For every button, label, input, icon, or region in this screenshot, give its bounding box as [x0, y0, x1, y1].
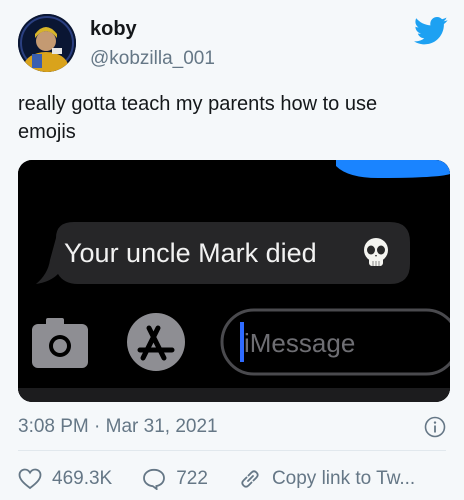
- info-icon[interactable]: [424, 416, 446, 438]
- link-icon: [241, 470, 259, 488]
- like-count: 469.3K: [52, 468, 113, 489]
- twitter-bird-icon[interactable]: [414, 16, 448, 46]
- tweet-image[interactable]: Your uncle Mark died iMessage: [18, 160, 450, 402]
- app-store-button: [127, 313, 185, 371]
- camera-button: [32, 318, 88, 368]
- tweet-text: really gotta teach my parents how to use…: [18, 93, 378, 143]
- message-bubble-text: Your uncle Mark died: [64, 238, 317, 268]
- copy-link-label: Copy link to Tw...: [271, 468, 416, 489]
- reply-button[interactable]: 722: [142, 468, 208, 490]
- action-bar: 469.3K 722 Copy link to Tw...: [18, 462, 458, 496]
- heart-icon: [18, 468, 42, 490]
- imessage-placeholder: iMessage: [244, 328, 355, 358]
- tweet-header: koby @kobzilla_001: [18, 14, 448, 72]
- divider: [18, 450, 446, 451]
- reply-count: 722: [176, 468, 208, 489]
- copy-link-button[interactable]: Copy link to Tw...: [238, 468, 415, 490]
- reply-bubble-icon: [143, 468, 166, 490]
- like-button[interactable]: 469.3K: [18, 468, 112, 490]
- user-handle[interactable]: @kobzilla_001: [90, 48, 215, 70]
- user-name[interactable]: koby: [90, 18, 137, 41]
- tweet-timestamp[interactable]: 3:08 PM · Mar 31, 2021: [18, 416, 218, 438]
- avatar[interactable]: [18, 14, 76, 72]
- keyboard-strip: [18, 388, 450, 402]
